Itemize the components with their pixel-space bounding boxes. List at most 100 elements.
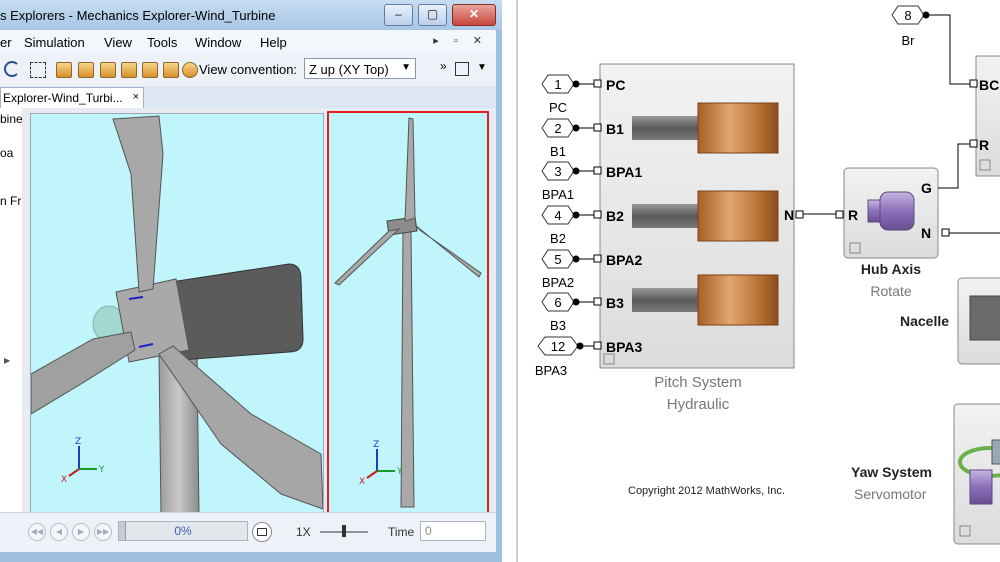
inport-label: B1 bbox=[550, 144, 566, 159]
playback-progress[interactable]: 0% bbox=[118, 521, 248, 541]
axis-y-label: Y bbox=[98, 465, 105, 475]
menu-simulation[interactable]: Simulation bbox=[24, 35, 85, 50]
tree-item[interactable]: oa bbox=[0, 146, 13, 160]
connection-line[interactable] bbox=[938, 143, 976, 189]
inport-label: B3 bbox=[550, 318, 566, 333]
rotate-icon[interactable] bbox=[4, 61, 20, 77]
viewport-full-turbine[interactable]: Z Y X bbox=[327, 111, 489, 517]
pitch-port-label: BPA3 bbox=[606, 339, 643, 355]
turbine-closeup-render: Z Y X bbox=[31, 115, 323, 516]
document-tab-row: Explorer-Wind_Turbi... × bbox=[0, 86, 496, 108]
brake-bc-port[interactable] bbox=[969, 79, 978, 88]
pitch-port-label: BPA2 bbox=[606, 252, 643, 268]
skip-start-icon[interactable]: ◀◀ bbox=[28, 523, 46, 541]
progress-percent: 0% bbox=[174, 524, 192, 538]
hub-in-port-label: R bbox=[848, 207, 858, 223]
layout-menu-chevron-icon[interactable]: ▼ bbox=[477, 62, 487, 73]
yaw-system-title: Yaw System bbox=[851, 464, 932, 480]
inport-number: 6 bbox=[554, 295, 561, 310]
hub-n-port[interactable] bbox=[941, 228, 950, 237]
tree-item[interactable]: n Fr bbox=[0, 194, 21, 208]
menu-window-controls[interactable]: ▸ ▫ ✕ bbox=[433, 34, 488, 47]
pitch-port-label: B1 bbox=[606, 121, 624, 137]
nacelle-title: Nacelle bbox=[900, 313, 949, 329]
menu-file[interactable]: er bbox=[0, 35, 12, 50]
view-left-icon[interactable] bbox=[100, 62, 116, 78]
view-back-icon[interactable] bbox=[78, 62, 94, 78]
axis-y-label: Y bbox=[396, 467, 403, 477]
time-label: Time bbox=[388, 525, 415, 539]
skip-end-icon[interactable]: ▶▶ bbox=[94, 523, 112, 541]
playback-bar: ◀◀ ◀ ▶ ▶▶ 0% 1X Time 0 bbox=[0, 512, 496, 553]
menu-help[interactable]: Help bbox=[260, 35, 287, 50]
inport-label: BPA1 bbox=[542, 187, 574, 202]
window-frame-bottom bbox=[0, 552, 502, 562]
minimize-button[interactable]: ‒ bbox=[384, 4, 413, 26]
tab-close-icon[interactable]: × bbox=[133, 91, 139, 103]
maximize-button[interactable]: ▢ bbox=[418, 4, 447, 26]
play-icon[interactable]: ▶ bbox=[72, 523, 90, 541]
hub-axis-title: Hub Axis bbox=[861, 261, 921, 277]
hub-axis-subtitle: Rotate bbox=[870, 283, 911, 299]
view-top-icon[interactable] bbox=[142, 62, 158, 78]
pitch-port-label: BPA1 bbox=[606, 164, 643, 180]
scroll-arrow-icon[interactable]: ▶ bbox=[4, 356, 10, 365]
brake-r-port[interactable] bbox=[969, 139, 978, 148]
axis-z-label: Z bbox=[75, 437, 81, 447]
speed-slider[interactable] bbox=[320, 522, 368, 540]
brake-port-label: BC bbox=[979, 77, 999, 93]
axes-triad: Z Y X bbox=[61, 437, 105, 485]
tab-wind-turbine[interactable]: Explorer-Wind_Turbi... × bbox=[0, 87, 144, 108]
axes-triad: Z Y X bbox=[359, 440, 403, 487]
menu-tools[interactable]: Tools bbox=[147, 35, 177, 50]
turbine-full-render: Z Y X bbox=[334, 117, 482, 508]
view-bottom-icon[interactable] bbox=[163, 62, 179, 78]
yaw-system-subtitle: Servomotor bbox=[854, 486, 927, 502]
views-area: Z Y X Z Y X bbox=[22, 108, 496, 517]
view-isometric-icon[interactable] bbox=[182, 62, 198, 78]
copyright-text: Copyright 2012 MathWorks, Inc. bbox=[628, 485, 785, 497]
inport-label: Br bbox=[902, 33, 916, 48]
time-value: 0 bbox=[425, 524, 432, 538]
blade-left bbox=[31, 331, 136, 415]
inport-label: BPA3 bbox=[535, 363, 567, 378]
time-field[interactable]: 0 bbox=[420, 521, 486, 541]
inport-number: 5 bbox=[554, 252, 561, 267]
inport-label: B2 bbox=[550, 231, 566, 246]
blade-top bbox=[404, 117, 416, 222]
title-bar: s Explorers - Mechanics Explorer-Wind_Tu… bbox=[0, 0, 502, 30]
model-diagram: 1 PC PC 2 B1 B1 3 BPA1 BPA1 4 B2 B2 5 BP… bbox=[535, 5, 1000, 545]
step-back-icon[interactable]: ◀ bbox=[50, 523, 68, 541]
menu-window[interactable]: Window bbox=[195, 35, 241, 50]
axis-z-label: Z bbox=[373, 440, 379, 450]
pitch-out-port[interactable] bbox=[795, 210, 804, 219]
tab-label: Explorer-Wind_Turbi... bbox=[3, 91, 123, 105]
menu-view[interactable]: View bbox=[104, 35, 132, 50]
brake-inport[interactable]: 8 Br bbox=[891, 5, 972, 85]
close-button[interactable]: ✕ bbox=[452, 4, 496, 26]
viewport-closeup[interactable]: Z Y X bbox=[30, 113, 324, 517]
toolbar-overflow-icon[interactable]: » bbox=[440, 59, 447, 73]
brake-port-label: R bbox=[979, 137, 989, 153]
pitch-system-subtitle: Hydraulic bbox=[667, 396, 730, 413]
brake-block[interactable] bbox=[975, 55, 1000, 177]
record-video-icon[interactable] bbox=[252, 522, 272, 542]
view-convention-select[interactable]: Z up (XY Top) ▼ bbox=[304, 58, 416, 79]
nacelle bbox=[170, 263, 304, 361]
pitch-port-label: B3 bbox=[606, 295, 624, 311]
axis-x-label: X bbox=[61, 475, 67, 485]
nacelle-icon bbox=[969, 295, 1000, 341]
pitch-out-port-label: N bbox=[784, 207, 794, 223]
inport-number: 4 bbox=[554, 208, 561, 223]
toolbar: View convention: Z up (XY Top) ▼ » ▼ bbox=[0, 53, 496, 87]
single-view-icon[interactable] bbox=[455, 62, 469, 76]
tree-item[interactable]: bine bbox=[0, 112, 22, 126]
axis-x-label: X bbox=[359, 477, 365, 487]
inport-number: 8 bbox=[904, 8, 911, 23]
hub-in-port[interactable] bbox=[835, 210, 844, 219]
simulink-canvas: 1 PC PC 2 B1 B1 3 BPA1 BPA1 4 B2 B2 5 BP… bbox=[516, 0, 1000, 562]
view-right-icon[interactable] bbox=[121, 62, 137, 78]
view-front-icon[interactable] bbox=[56, 62, 72, 78]
blade-top bbox=[112, 115, 164, 293]
fit-to-view-icon[interactable] bbox=[30, 62, 46, 78]
